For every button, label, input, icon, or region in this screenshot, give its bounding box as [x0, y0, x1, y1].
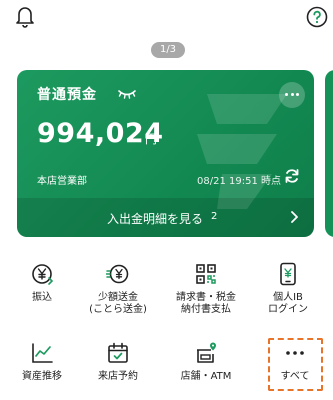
- hide-balance-icon[interactable]: [118, 87, 136, 101]
- menu-visit-reservation[interactable]: 来店予約: [80, 341, 156, 383]
- statement-count: 2: [211, 211, 218, 222]
- menu-transfer-label: 振込: [32, 292, 52, 303]
- menu-personal-ib-label-1: 個人IB: [273, 292, 303, 303]
- menu-personal-ib-login[interactable]: 個人IB ログイン: [250, 262, 326, 316]
- help-icon[interactable]: [306, 6, 328, 28]
- menu-branch-atm[interactable]: 店舗・ATM: [168, 341, 244, 383]
- statement-link-label: 入出金明細を見る: [107, 212, 204, 226]
- branch-name: 本店営業部: [37, 176, 87, 187]
- next-card-peek[interactable]: [325, 70, 333, 237]
- qr-code-icon: [196, 264, 216, 284]
- menu-small-remit-label-2: (ことら送金): [89, 304, 147, 315]
- line-chart-icon: [32, 343, 53, 363]
- menu-visit-reservation-label: 来店予約: [98, 371, 138, 382]
- refresh-icon[interactable]: [284, 168, 300, 184]
- menu-small-remit[interactable]: 少額送金 (ことら送金): [80, 262, 156, 316]
- menu-personal-ib-label-2: ログイン: [268, 304, 308, 315]
- bank-logo-watermark: [197, 94, 287, 209]
- page-indicator: 1/3: [151, 42, 185, 58]
- account-card[interactable]: 普通預金 994,024 円 本店営業部 08/21 19:51 時点 入出金明…: [17, 70, 314, 237]
- menu-asset-trend[interactable]: 資産推移: [4, 341, 80, 383]
- bell-icon[interactable]: [14, 4, 36, 28]
- store-location-icon: [197, 342, 216, 363]
- menu-transfer[interactable]: 振込: [4, 262, 80, 304]
- balance-timestamp: 08/21 19:51 時点: [197, 176, 281, 187]
- menu-asset-trend-label: 資産推移: [22, 371, 62, 382]
- balance-currency: 円: [145, 132, 158, 146]
- account-type: 普通預金: [37, 87, 97, 103]
- menu-small-remit-label-1: 少額送金: [98, 292, 138, 303]
- yen-transfer-icon: [32, 264, 54, 285]
- calendar-check-icon: [108, 342, 128, 363]
- small-remit-icon: [106, 264, 129, 284]
- menu-branch-atm-label: 店舗・ATM: [180, 371, 232, 382]
- chevron-right-icon: [291, 211, 298, 223]
- menu-bill-payment[interactable]: 請求書・税金 納付書支払: [168, 262, 244, 316]
- menu-bill-payment-label-2: 納付書支払: [181, 304, 231, 315]
- smartphone-yen-icon: [280, 262, 296, 286]
- statement-link[interactable]: 入出金明細を見る 2: [17, 198, 314, 237]
- menu-bill-payment-label-1: 請求書・税金: [176, 292, 236, 303]
- more-options-button[interactable]: [279, 82, 305, 108]
- highlight-box: [268, 338, 323, 391]
